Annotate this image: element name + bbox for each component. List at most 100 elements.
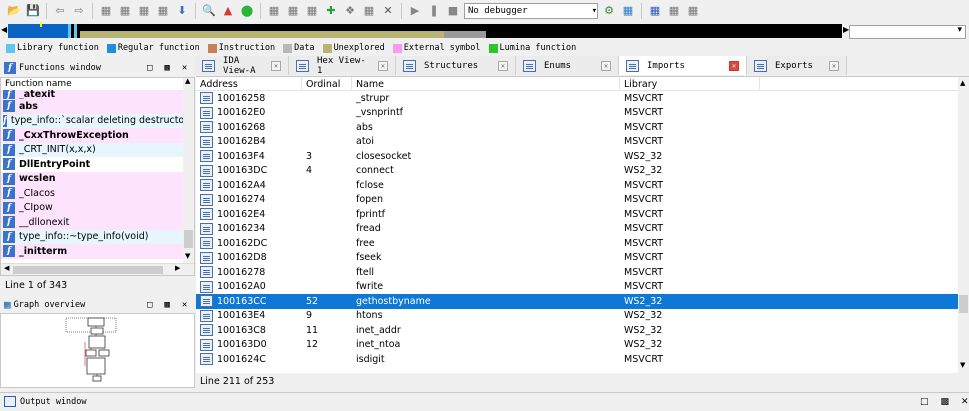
- type-icon[interactable]: ▦: [666, 3, 682, 19]
- import-row[interactable]: 100163DC 4 connect WS2_32: [196, 164, 958, 179]
- function-row[interactable]: f _CxxThrowException: [1, 128, 194, 143]
- tab-ida-view-a[interactable]: IDA View-A ✕: [195, 56, 289, 76]
- import-row[interactable]: 1001624C isdigit MSVCRT: [196, 352, 958, 367]
- forward-arrow-icon[interactable]: ⇨: [71, 3, 87, 19]
- save-icon[interactable]: 💾: [25, 3, 41, 19]
- imports-table[interactable]: Address Ordinal Name ^ Library 10016258 _…: [196, 76, 969, 373]
- tab-close-icon[interactable]: ✕: [829, 60, 839, 71]
- tab-close-icon[interactable]: ✕: [378, 60, 388, 71]
- attach-icon[interactable]: ▦: [620, 3, 636, 19]
- import-row[interactable]: 10016268 abs MSVCRT: [196, 120, 958, 135]
- function-row[interactable]: f _CIacos: [1, 186, 194, 201]
- close-icon[interactable]: ✕: [182, 300, 187, 310]
- scroll-up-icon[interactable]: ▲: [185, 78, 190, 85]
- wand-icon[interactable]: ❖: [342, 3, 358, 19]
- navigation-bar[interactable]: [8, 22, 842, 38]
- enum-icon[interactable]: ▦: [285, 3, 301, 19]
- import-row[interactable]: 10016274 fopen MSVCRT: [196, 193, 958, 208]
- function-row[interactable]: f abs: [1, 99, 194, 114]
- import-row[interactable]: 10016258 _strupr MSVCRT: [196, 91, 958, 106]
- functions-scroll-thumb[interactable]: [184, 230, 193, 248]
- stop-icon[interactable]: ■: [445, 3, 461, 19]
- float-icon[interactable]: ▩: [941, 397, 950, 407]
- function-row[interactable]: f DllEntryPoint: [1, 157, 194, 172]
- back-arrow-icon[interactable]: ⇦: [52, 3, 68, 19]
- column-ordinal[interactable]: Ordinal: [302, 77, 352, 91]
- function-row[interactable]: f type_info::~type_info(void): [1, 229, 194, 244]
- imports-scroll-thumb[interactable]: [959, 295, 968, 313]
- function-row[interactable]: f __dllonexit: [1, 215, 194, 230]
- maximize-icon[interactable]: □: [920, 397, 929, 407]
- functions-horizontal-scrollbar[interactable]: ◀ ▶: [1, 263, 194, 275]
- function-row[interactable]: f _CRT_INIT(x,x,x): [1, 142, 194, 157]
- import-row[interactable]: 100162E0 _vsnprintf MSVCRT: [196, 106, 958, 121]
- chart-icon[interactable]: ▦: [361, 3, 377, 19]
- functions-list[interactable]: Function name f _atexit f abs f type_info::`s…: [0, 77, 195, 276]
- import-row[interactable]: 100162B4 atoi MSVCRT: [196, 135, 958, 150]
- cross-ref-icon[interactable]: ▦: [685, 3, 701, 19]
- import-row[interactable]: 100162D8 fseek MSVCRT: [196, 251, 958, 266]
- imports-vertical-scrollbar[interactable]: ▲ ▼: [958, 77, 969, 373]
- debug-settings-icon[interactable]: ⚙: [601, 3, 617, 19]
- scroll-down-icon[interactable]: ▼: [960, 361, 965, 369]
- graph-icon[interactable]: ▲: [220, 3, 236, 19]
- patch-icon[interactable]: ▦: [155, 3, 171, 19]
- download-icon[interactable]: ⬇: [174, 3, 190, 19]
- struct-icon[interactable]: ▦: [266, 3, 282, 19]
- scroll-down-icon[interactable]: ▼: [185, 252, 190, 260]
- scroll-up-icon[interactable]: ▲: [960, 79, 965, 87]
- column-name[interactable]: Name ^: [352, 77, 620, 91]
- import-row[interactable]: 100162A0 fwrite MSVCRT: [196, 280, 958, 295]
- maximize-icon[interactable]: □: [147, 63, 152, 73]
- column-library[interactable]: Library: [620, 77, 760, 91]
- tab-close-icon[interactable]: ✕: [601, 60, 611, 71]
- navigation-band[interactable]: ◀ ▶ ▾: [0, 22, 969, 41]
- import-row[interactable]: 10016234 fread MSVCRT: [196, 222, 958, 237]
- import-row[interactable]: 100163C8 11 inet_addr WS2_32: [196, 323, 958, 338]
- function-row[interactable]: f _initterm: [1, 244, 194, 259]
- plus-icon[interactable]: ✚: [323, 3, 339, 19]
- tab-hex-view-1[interactable]: Hex View-1 ✕: [289, 56, 396, 76]
- functions-vertical-scrollbar[interactable]: ▲ ▼: [183, 78, 194, 264]
- scroll-right-icon[interactable]: ▶: [175, 264, 180, 272]
- function-row[interactable]: f wcslen: [1, 171, 194, 186]
- navigation-combo[interactable]: ▾: [849, 25, 966, 39]
- delete-x-icon[interactable]: ✕: [380, 3, 396, 19]
- maximize-icon[interactable]: □: [147, 300, 152, 310]
- green-circle-icon[interactable]: ⬤: [239, 3, 255, 19]
- functions-hscroll-thumb[interactable]: [13, 266, 163, 274]
- segment-icon[interactable]: ▦: [98, 3, 114, 19]
- plugin-icon[interactable]: ▦: [647, 3, 663, 19]
- graph-overview-canvas[interactable]: [0, 313, 195, 388]
- hex-icon[interactable]: ▦: [136, 3, 152, 19]
- float-icon[interactable]: ▩: [164, 300, 169, 310]
- function-name-column-header[interactable]: Function name: [1, 78, 194, 90]
- function-row[interactable]: f type_info::`scalar deleting destructor'…: [1, 113, 194, 128]
- float-icon[interactable]: ▩: [164, 63, 169, 73]
- tab-structures[interactable]: Structures ✕: [396, 56, 516, 75]
- import-row[interactable]: 100163E4 9 htons WS2_32: [196, 309, 958, 324]
- scroll-left-icon[interactable]: ◀: [4, 264, 9, 272]
- search-binary-icon[interactable]: 🔍: [201, 3, 217, 19]
- import-row[interactable]: 100162DC free MSVCRT: [196, 236, 958, 251]
- function-row[interactable]: f _atexit: [1, 90, 194, 99]
- tab-enums[interactable]: Enums ✕: [516, 56, 619, 75]
- open-folder-icon[interactable]: 📂: [6, 3, 22, 19]
- import-row[interactable]: 100163CC 52 gethostbyname WS2_32: [196, 294, 958, 309]
- play-icon[interactable]: ▶: [407, 3, 423, 19]
- import-row[interactable]: 100163F4 3 closesocket WS2_32: [196, 149, 958, 164]
- debugger-select[interactable]: No debugger ▾: [464, 3, 598, 19]
- func-icon[interactable]: ▦: [304, 3, 320, 19]
- import-row[interactable]: 100162E4 fprintf MSVCRT: [196, 207, 958, 222]
- tab-close-icon[interactable]: ✕: [271, 60, 281, 71]
- close-icon[interactable]: ✕: [182, 63, 187, 73]
- import-row[interactable]: 100163D0 12 inet_ntoa WS2_32: [196, 338, 958, 353]
- column-address[interactable]: Address: [196, 77, 302, 91]
- nav-left-arrow-icon[interactable]: ◀: [1, 25, 7, 34]
- pause-icon[interactable]: ❚: [426, 3, 442, 19]
- import-row[interactable]: 100162A4 fclose MSVCRT: [196, 178, 958, 193]
- close-icon[interactable]: ✕: [961, 397, 969, 407]
- tab-exports[interactable]: Exports ✕: [747, 56, 847, 75]
- tab-close-icon[interactable]: ✕: [498, 60, 508, 71]
- function-row[interactable]: f _CIpow: [1, 200, 194, 215]
